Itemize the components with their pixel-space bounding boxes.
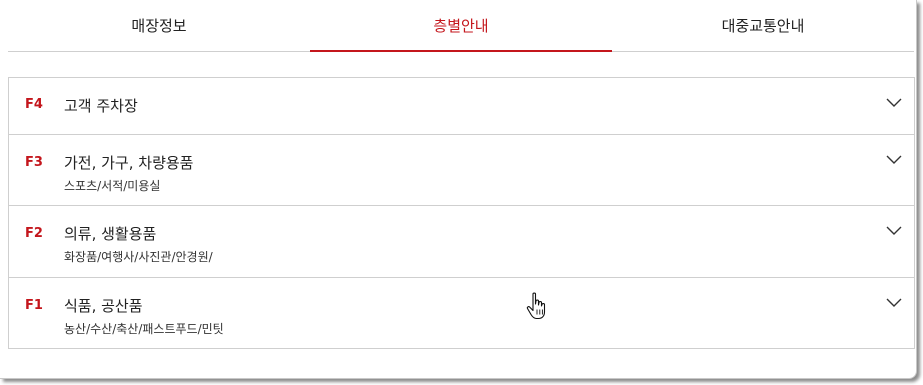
floor-accordion: F4 고객 주차장 F3 가전, 가구, 차량용품 스포츠/서적/미용실 F2 … [8,77,915,349]
floor-subtitle: 화장품/여행사/사진관/안경원/ [64,250,213,264]
chevron-down-icon[interactable] [886,226,902,236]
chevron-down-icon[interactable] [886,155,902,165]
floor-code: F2 [25,226,43,241]
chevron-down-icon[interactable] [886,98,902,108]
floor-title: 식품, 공산품 [64,297,143,315]
floor-title: 고객 주차장 [64,97,138,115]
tab-bar: 매장정보 층별안내 대중교통안내 [8,0,914,52]
chevron-down-icon[interactable] [886,298,902,308]
floor-row-f4[interactable]: F4 고객 주차장 [9,78,914,135]
hand-cursor-icon [526,292,546,320]
floor-code: F3 [25,155,43,170]
floor-row-f2[interactable]: F2 의류, 생활용품 화장품/여행사/사진관/안경원/ [9,206,914,278]
floor-row-f1[interactable]: F1 식품, 공산품 농산/수산/축산/패스트푸드/민팃 [9,278,914,349]
floor-subtitle: 농산/수산/축산/패스트푸드/민팃 [64,322,224,336]
floor-row-f3[interactable]: F3 가전, 가구, 차량용품 스포츠/서적/미용실 [9,135,914,206]
floor-code: F4 [25,97,43,112]
floor-title: 의류, 생활용품 [64,225,157,243]
floor-code: F1 [25,298,43,313]
tab-store-info[interactable]: 매장정보 [8,0,310,51]
floor-title: 가전, 가구, 차량용품 [64,154,194,172]
tab-public-transport[interactable]: 대중교통안내 [612,0,914,51]
tab-floor-guide[interactable]: 층별안내 [310,0,612,52]
floor-guide-panel: 매장정보 층별안내 대중교통안내 F4 고객 주차장 F3 가전, 가구, 차량… [0,0,917,379]
floor-subtitle: 스포츠/서적/미용실 [64,179,161,193]
